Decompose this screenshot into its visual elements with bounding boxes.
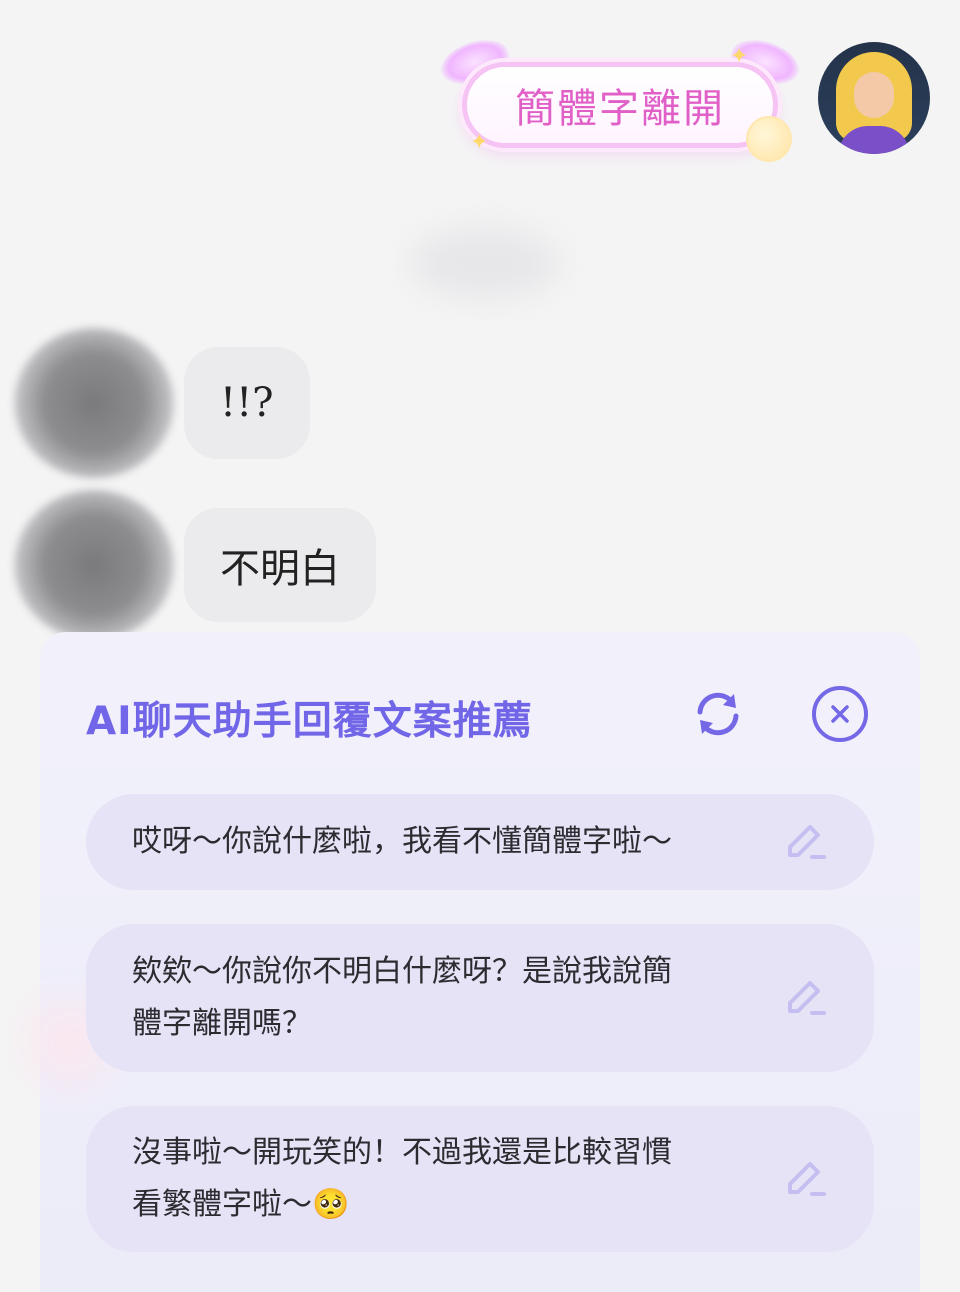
suggestion-item[interactable]: 欸欸～你說你不明白什麼呀？是說我說簡 體字離開嗎？ bbox=[86, 924, 874, 1072]
sparkle-icon: ✦ bbox=[730, 44, 749, 69]
panel-title: AI聊天助手回覆文案推薦 bbox=[86, 699, 533, 744]
message-text: !!? bbox=[220, 380, 274, 426]
outgoing-message-row: 簡體字離開 ✦ ✦ bbox=[435, 32, 930, 162]
message-bubble[interactable]: !!? bbox=[184, 347, 310, 459]
edit-icon[interactable] bbox=[782, 819, 828, 865]
ai-reply-panel: AI聊天助手回覆文案推薦 哎呀～你說什麼啦，我看不懂簡體字啦～ 欸欸～你說你不明… bbox=[10, 632, 920, 1292]
sticker-text: 簡體字離開 bbox=[515, 86, 725, 132]
suggestion-text: 欸欸～你說你不明白什麼呀？是說我說簡 bbox=[132, 954, 672, 989]
angel-icon bbox=[746, 116, 792, 162]
avatar[interactable] bbox=[818, 42, 930, 154]
refresh-icon bbox=[697, 692, 739, 736]
suggestion-item[interactable]: 哎呀～你說什麼啦，我看不懂簡體字啦～ bbox=[86, 794, 874, 890]
message-text: 不明白 bbox=[220, 546, 340, 592]
edit-icon[interactable] bbox=[782, 1156, 828, 1202]
avatar[interactable] bbox=[14, 328, 174, 478]
message-bubble[interactable]: 不明白 bbox=[184, 508, 376, 622]
close-icon bbox=[831, 705, 849, 723]
sparkle-icon: ✦ bbox=[470, 130, 489, 155]
suggestion-text: 看繁體字啦～🥺 bbox=[132, 1187, 350, 1222]
incoming-message-row: !!? bbox=[14, 328, 310, 478]
sticker-message[interactable]: 簡體字離開 ✦ ✦ bbox=[435, 32, 805, 162]
suggestion-text: 沒事啦～開玩笑的！不過我還是比較習慣 bbox=[132, 1135, 672, 1170]
incoming-message-row: 不明白 bbox=[14, 490, 376, 640]
suggestion-item[interactable]: 沒事啦～開玩笑的！不過我還是比較習慣 看繁體字啦～🥺 bbox=[86, 1106, 874, 1252]
edit-icon[interactable] bbox=[782, 975, 828, 1021]
suggestion-text: 哎呀～你說什麼啦，我看不懂簡體字啦～ bbox=[132, 824, 672, 859]
suggestion-text: 體字離開嗎？ bbox=[132, 1006, 312, 1041]
sticker-pill: 簡體字離開 bbox=[462, 62, 778, 148]
blurred-content bbox=[410, 228, 560, 298]
refresh-button[interactable] bbox=[690, 686, 746, 742]
close-button[interactable] bbox=[812, 686, 868, 742]
avatar[interactable] bbox=[14, 490, 174, 640]
